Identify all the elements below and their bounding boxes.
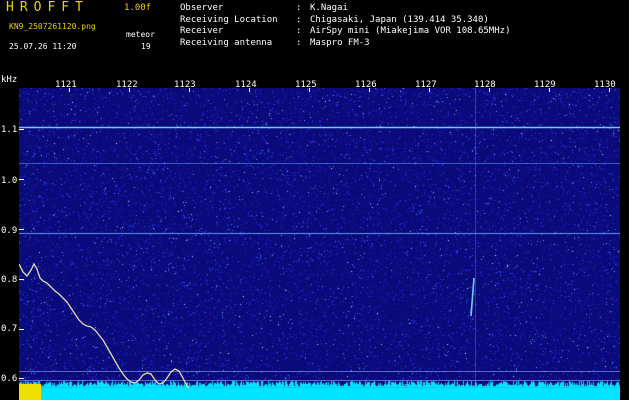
info-label: Receiver bbox=[180, 26, 224, 36]
meteor-echo bbox=[470, 277, 475, 317]
datetime-label: 25.07.26 11:20 bbox=[9, 42, 77, 51]
version-label: 1.00f bbox=[124, 3, 152, 13]
info-value: K.Nagai bbox=[310, 3, 348, 13]
y-tick-label: 0.9 bbox=[1, 226, 18, 236]
filename-label: KN9_2507261120.png bbox=[9, 22, 96, 31]
info-row-observer: Observer: K.Nagai bbox=[180, 3, 510, 15]
info-row-location: Receiving Location: Chigasaki, Japan (139… bbox=[180, 15, 510, 27]
spectrogram-overlay bbox=[19, 88, 620, 400]
info-colon: : bbox=[296, 3, 302, 13]
info-value: Maspro FM-3 bbox=[310, 37, 370, 48]
info-label: Receiving Location bbox=[180, 14, 278, 25]
info-colon: : bbox=[296, 14, 302, 25]
y-tick-label: 0.8 bbox=[1, 275, 18, 285]
y-tick-label: 1.1 bbox=[1, 125, 18, 135]
doppler-trace bbox=[19, 262, 208, 400]
app-logo: HROFFT bbox=[6, 0, 89, 15]
y-axis-unit: kHz bbox=[1, 75, 18, 85]
info-row-antenna: Receiving antenna: Maspro FM-3 bbox=[180, 38, 510, 50]
info-label: Receiving antenna bbox=[180, 37, 273, 48]
info-value: AirSpy mini (Miakejima VOR 108.65MHz) bbox=[310, 26, 511, 36]
baseline-saturation bbox=[19, 384, 41, 400]
y-tick-label: 0.6 bbox=[1, 374, 18, 384]
count-label: 19 bbox=[141, 42, 151, 51]
y-tick-marks bbox=[19, 129, 24, 379]
info-label: Observer bbox=[180, 3, 224, 13]
info-colon: : bbox=[296, 37, 302, 48]
mode-label: meteor bbox=[126, 30, 155, 39]
info-colon: : bbox=[296, 26, 302, 36]
info-row-receiver: Receiver: AirSpy mini (Miakejima VOR 108.… bbox=[180, 26, 510, 38]
info-value: Chigasaki, Japan (139.414 35.340) bbox=[310, 14, 489, 25]
baseline-band bbox=[19, 388, 620, 400]
y-tick-label: 0.7 bbox=[1, 324, 18, 334]
spectrogram-plot bbox=[19, 88, 620, 400]
station-info: Observer: K.Nagai Receiving Location: Chig… bbox=[180, 3, 510, 49]
y-tick-label: 1.0 bbox=[1, 176, 18, 186]
x-tick-marks bbox=[69, 88, 610, 92]
